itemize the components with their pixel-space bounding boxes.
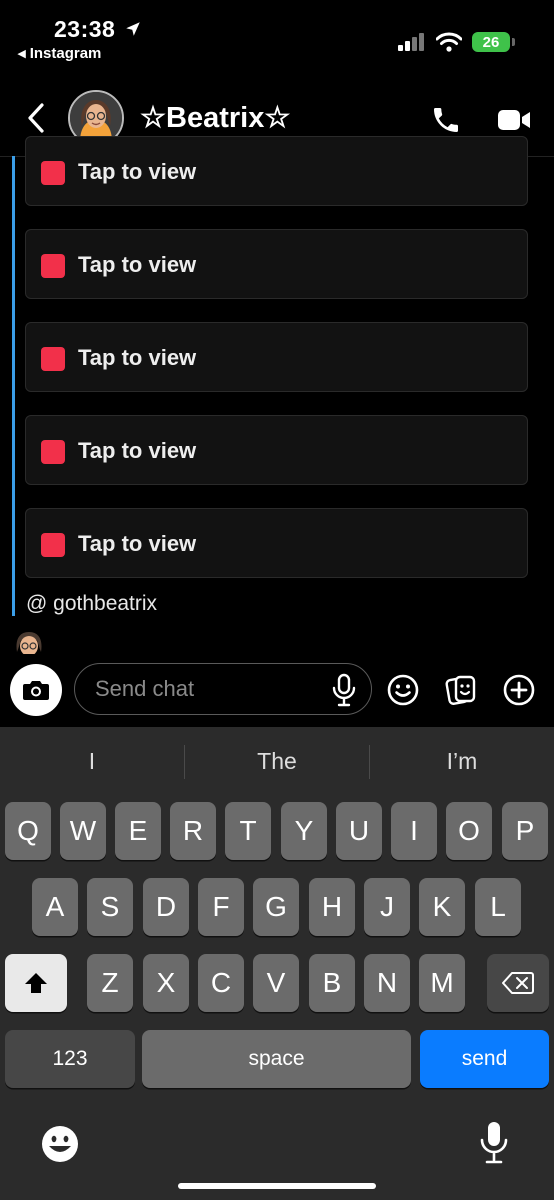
- snap-red-square-icon: [41, 347, 65, 371]
- signal-icon: [398, 33, 424, 51]
- key-d[interactable]: D: [143, 878, 189, 936]
- backspace-icon: [502, 972, 534, 994]
- video-call-icon[interactable]: [497, 107, 531, 133]
- key-b[interactable]: B: [309, 954, 355, 1012]
- key-s[interactable]: S: [87, 878, 133, 936]
- key-c[interactable]: C: [198, 954, 244, 1012]
- key-h[interactable]: H: [309, 878, 355, 936]
- key-l[interactable]: L: [475, 878, 521, 936]
- shift-key[interactable]: [5, 954, 67, 1012]
- snap-label: Tap to view: [78, 438, 197, 463]
- backspace-key[interactable]: [487, 954, 549, 1012]
- wifi-icon: [436, 32, 462, 52]
- key-t[interactable]: T: [225, 802, 271, 860]
- space-key[interactable]: space: [142, 1030, 411, 1088]
- microphone-icon[interactable]: [330, 673, 358, 707]
- key-y[interactable]: Y: [281, 802, 327, 860]
- bitmoji-avatar-icon: [16, 632, 42, 654]
- friend-bitmoji-avatar: [12, 628, 46, 654]
- status-time: 23:38: [54, 16, 142, 43]
- snap-red-square-icon: [41, 161, 65, 185]
- key-j[interactable]: J: [364, 878, 410, 936]
- snap-label: Tap to view: [78, 159, 197, 184]
- key-e[interactable]: E: [115, 802, 161, 860]
- snap-label: Tap to view: [78, 345, 197, 370]
- dictation-microphone-icon[interactable]: [478, 1120, 510, 1166]
- key-m[interactable]: M: [419, 954, 465, 1012]
- key-n[interactable]: N: [364, 954, 410, 1012]
- snap-red-square-icon: [41, 254, 65, 278]
- camera-icon: [23, 681, 49, 700]
- snap-red-square-icon: [41, 440, 65, 464]
- key-v[interactable]: V: [253, 954, 299, 1012]
- snap-message-card[interactable]: Tap to view: [25, 229, 528, 299]
- status-icons: 26: [398, 32, 515, 52]
- key-x[interactable]: X: [143, 954, 189, 1012]
- key-q[interactable]: Q: [5, 802, 51, 860]
- shift-arrow-icon: [25, 973, 47, 993]
- snap-message-card[interactable]: Tap to view: [25, 508, 528, 578]
- suggestion-item[interactable]: I: [0, 748, 184, 775]
- key-o[interactable]: O: [446, 802, 492, 860]
- home-indicator: [178, 1183, 376, 1189]
- key-f[interactable]: F: [198, 878, 244, 936]
- snap-message-card[interactable]: Tap to view: [25, 136, 528, 206]
- key-p[interactable]: P: [502, 802, 548, 860]
- stickers-icon[interactable]: [444, 673, 478, 707]
- mention-link[interactable]: @ gothbeatrix: [26, 592, 157, 616]
- key-g[interactable]: G: [253, 878, 299, 936]
- key-w[interactable]: W: [60, 802, 106, 860]
- chat-title[interactable]: ☆Beatrix☆: [140, 100, 290, 135]
- numbers-key[interactable]: 123: [5, 1030, 135, 1088]
- key-i[interactable]: I: [391, 802, 437, 860]
- back-to-app-link[interactable]: ◂ Instagram: [18, 44, 101, 62]
- key-r[interactable]: R: [170, 802, 216, 860]
- camera-button[interactable]: [10, 664, 62, 716]
- key-u[interactable]: U: [336, 802, 382, 860]
- snap-message-card[interactable]: Tap to view: [25, 322, 528, 392]
- battery-indicator: 26: [472, 32, 515, 52]
- phone-call-icon[interactable]: [430, 104, 462, 136]
- emoji-keyboard-icon[interactable]: [40, 1124, 80, 1164]
- key-z[interactable]: Z: [87, 954, 133, 1012]
- send-chat-input[interactable]: [74, 663, 372, 715]
- snap-label: Tap to view: [78, 252, 197, 277]
- send-key[interactable]: send: [420, 1030, 549, 1088]
- thread-indicator-line: [12, 156, 15, 616]
- plus-circle-icon[interactable]: [502, 673, 536, 707]
- snap-message-card[interactable]: Tap to view: [25, 415, 528, 485]
- key-a[interactable]: A: [32, 878, 78, 936]
- back-chevron-icon[interactable]: [26, 103, 46, 133]
- key-k[interactable]: K: [419, 878, 465, 936]
- emoji-smile-icon[interactable]: [386, 673, 420, 707]
- snap-label: Tap to view: [78, 531, 197, 556]
- location-arrow-icon: [126, 22, 140, 36]
- suggestion-item[interactable]: The: [185, 748, 369, 775]
- snap-red-square-icon: [41, 533, 65, 557]
- suggestion-item[interactable]: I’m: [370, 748, 554, 775]
